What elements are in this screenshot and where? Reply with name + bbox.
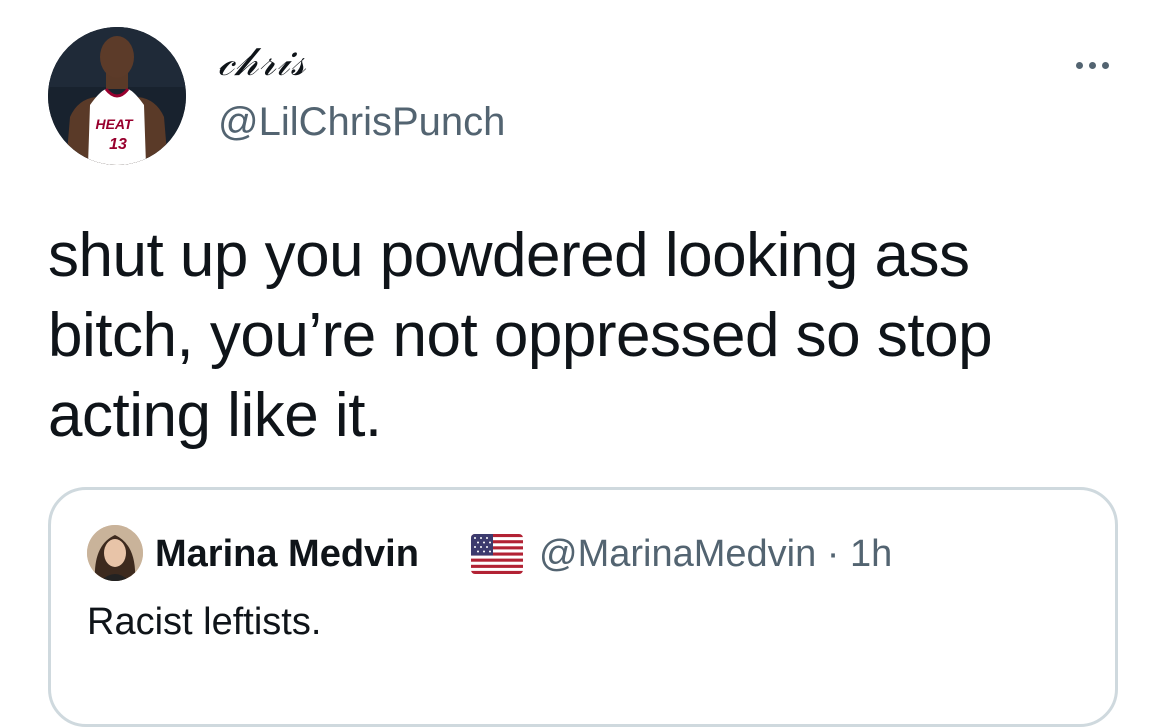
author-display-name[interactable]: 𝒸𝒽𝓇𝒾𝓈 xyxy=(218,38,306,86)
more-horizontal-icon[interactable] xyxy=(1062,50,1122,80)
tweet-card: HEAT 13 𝒸𝒽𝓇𝒾𝓈 @LilChrisPunch shut up you… xyxy=(0,0,1164,727)
quoted-tweet-text: Racist leftists. xyxy=(87,601,322,643)
quoted-author-name[interactable]: Marina Medvin xyxy=(155,532,419,576)
jersey-number-text: 13 xyxy=(109,136,127,153)
quoted-handle-time[interactable]: @MarinaMedvin · 1h xyxy=(539,532,892,576)
tweet-text: shut up you powdered looking ass bitch, … xyxy=(48,221,993,450)
quoted-tweet[interactable]: Marina Medvin @MarinaMedvin · 1h Racist … xyxy=(48,487,1118,727)
author-avatar[interactable]: HEAT 13 xyxy=(48,27,186,165)
quoted-author-avatar[interactable] xyxy=(87,525,143,581)
jersey-team-text: HEAT xyxy=(95,116,134,132)
more-dot xyxy=(1101,61,1109,69)
author-handle[interactable]: @LilChrisPunch xyxy=(218,98,505,146)
avatar-image: HEAT 13 xyxy=(48,27,186,165)
more-dot xyxy=(1088,61,1096,69)
quoted-avatar-image xyxy=(87,525,143,581)
us-flag-icon xyxy=(471,534,523,574)
more-dot xyxy=(1075,61,1083,69)
